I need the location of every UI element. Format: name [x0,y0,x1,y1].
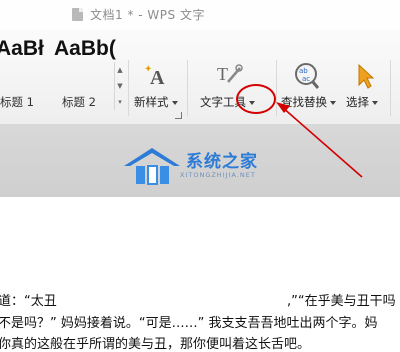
document-page[interactable]: 道：“太丑 ,”“在乎美与丑干吗 不是吗？” 妈妈接着说。“可是……” 我支支吾… [0,197,400,352]
new-style-text: 新样式 [134,95,169,109]
title-bar: 文档1 * - WPS 文字 [0,0,400,30]
ribbon-separator [276,60,277,116]
style-label-heading2[interactable]: 标题 2 [62,94,96,110]
document-line: 不是吗？” 妈妈接着说。“可是……” 我支支吾吾地吐出两个字。妈 [0,316,378,331]
svg-text:T: T [217,64,228,84]
ribbon-separator [390,60,391,116]
annotation-circle [236,84,276,114]
svg-text:ac: ac [302,75,310,83]
find-replace-text: 查找替换 [281,95,327,109]
cursor-arrow-icon [358,63,375,89]
gallery-expand-icon[interactable]: ▾ [115,94,125,110]
find-replace-icon: ab ac [295,63,320,89]
select-text: 选择 [346,95,369,109]
svg-text:✦: ✦ [144,64,152,75]
ribbon-separator [187,60,188,116]
scroll-up-icon[interactable]: ▲ [115,62,125,78]
house-logo-icon [124,148,180,185]
style-sample-heading1[interactable]: AaBł [0,37,44,61]
document-line: 你真的这般在乎所谓的美与丑，那你便叫着这长舌吧。 [0,337,311,352]
scroll-down-icon[interactable]: ▼ [115,78,125,94]
new-style-label[interactable]: 新样式 [134,94,178,110]
document-line: ,”“在乎美与丑干吗 [287,294,396,309]
dropdown-arrow-icon [171,100,178,105]
text-tools-icon: T [217,64,243,84]
document-line: 道：“太丑 [0,294,57,309]
watermark-name: 系统之家 [186,152,258,172]
window-title: 文档1 * - WPS 文字 [90,8,205,22]
ribbon-separator [128,60,129,116]
dropdown-arrow-icon [372,100,378,105]
dialog-launcher-icon[interactable] [175,112,182,119]
new-style-icon: A ✦ [144,64,165,89]
style-sample-heading2[interactable]: AaBb( [54,37,116,61]
dropdown-arrow-icon [330,100,336,105]
style-label-heading1[interactable]: 标题 1 [0,94,34,110]
document-icon [72,8,83,21]
watermark-url: XITONGZHIJIA.NET [180,171,256,179]
find-replace-button[interactable]: 查找替换 [281,94,336,110]
svg-text:ab: ab [299,67,308,75]
style-gallery-scroll[interactable]: ▲ ▼ ▾ [114,62,125,110]
select-button[interactable]: 选择 [346,94,378,110]
